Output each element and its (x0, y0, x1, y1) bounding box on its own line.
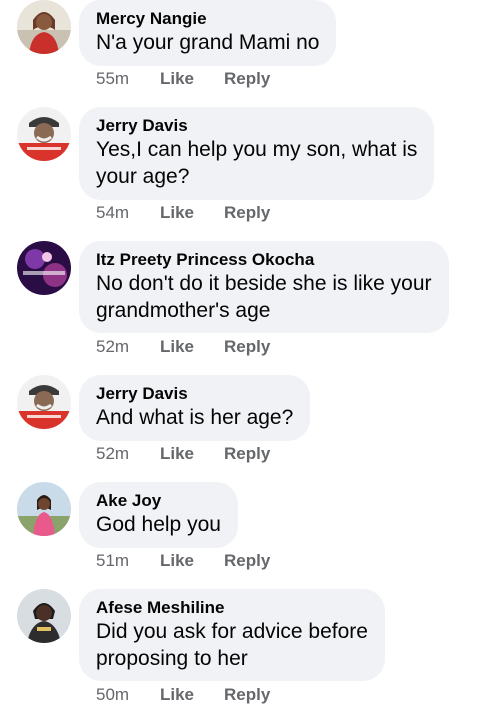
comment-text: And what is her age? (96, 406, 294, 429)
comment-bubble: Afese Meshiline Did you ask for advice b… (79, 589, 385, 681)
avatar-image (17, 375, 71, 429)
like-button[interactable]: Like (160, 551, 224, 571)
avatar-image (17, 107, 71, 161)
avatar[interactable] (17, 0, 71, 54)
avatar[interactable] (17, 241, 71, 295)
comment-text: N'a your grand Mami no (96, 31, 320, 54)
reply-button[interactable]: Reply (224, 444, 270, 464)
comment-author[interactable]: Itz Preety Princess Okocha (96, 249, 432, 270)
avatar[interactable] (17, 107, 71, 161)
like-button[interactable]: Like (160, 203, 224, 223)
comment-text-line: grandmother's age (96, 299, 271, 322)
avatar[interactable] (17, 375, 71, 429)
comment-time[interactable]: 52m (96, 337, 160, 357)
comment-meta: 55m Like Reply (96, 69, 270, 89)
comment-text-line: Yes,I can help you my son, what is (96, 138, 418, 161)
like-button[interactable]: Like (160, 337, 224, 357)
comment-bubble: Jerry Davis And what is her age? (79, 375, 311, 441)
comment-meta: 52m Like Reply (96, 337, 270, 357)
like-button[interactable]: Like (160, 69, 224, 89)
avatar-image (17, 482, 71, 536)
reply-button[interactable]: Reply (224, 203, 270, 223)
comment-text: God help you (96, 513, 221, 536)
comment-author[interactable]: Mercy Nangie (96, 8, 319, 29)
comment-author[interactable]: Ake Joy (96, 490, 221, 511)
comment-meta: 51m Like Reply (96, 551, 270, 571)
comment-meta: 54m Like Reply (96, 203, 270, 223)
comment-time[interactable]: 50m (96, 685, 160, 705)
comment-bubble: Jerry Davis Yes,I can help you my son, w… (79, 107, 435, 200)
comment-meta: 50m Like Reply (96, 685, 270, 705)
like-button[interactable]: Like (160, 685, 224, 705)
comment-text-line: proposing to her (96, 647, 248, 670)
reply-button[interactable]: Reply (224, 69, 270, 89)
comment-bubble: Mercy Nangie N'a your grand Mami no (79, 0, 337, 66)
comment-author[interactable]: Jerry Davis (96, 115, 417, 136)
comment-bubble: Ake Joy God help you (79, 482, 238, 548)
avatar-image (17, 0, 71, 54)
comment-time[interactable]: 55m (96, 69, 160, 89)
comment-meta: 52m Like Reply (96, 444, 270, 464)
comment-text-line: Did you ask for advice before (96, 620, 368, 643)
comment-text-line: your age? (96, 165, 190, 188)
like-button[interactable]: Like (160, 444, 224, 464)
comment-time[interactable]: 54m (96, 203, 160, 223)
comment-author[interactable]: Jerry Davis (96, 383, 293, 404)
comment-bubble: Itz Preety Princess Okocha No don't do i… (79, 241, 449, 333)
avatar-image (17, 241, 71, 295)
avatar-image (17, 589, 71, 643)
comment-time[interactable]: 52m (96, 444, 160, 464)
comment-author[interactable]: Afese Meshiline (96, 597, 368, 618)
avatar[interactable] (17, 589, 71, 643)
comment-time[interactable]: 51m (96, 551, 160, 571)
reply-button[interactable]: Reply (224, 337, 270, 357)
avatar[interactable] (17, 482, 71, 536)
reply-button[interactable]: Reply (224, 685, 270, 705)
comment-text-line: No don't do it beside she is like your (96, 272, 432, 295)
reply-button[interactable]: Reply (224, 551, 270, 571)
